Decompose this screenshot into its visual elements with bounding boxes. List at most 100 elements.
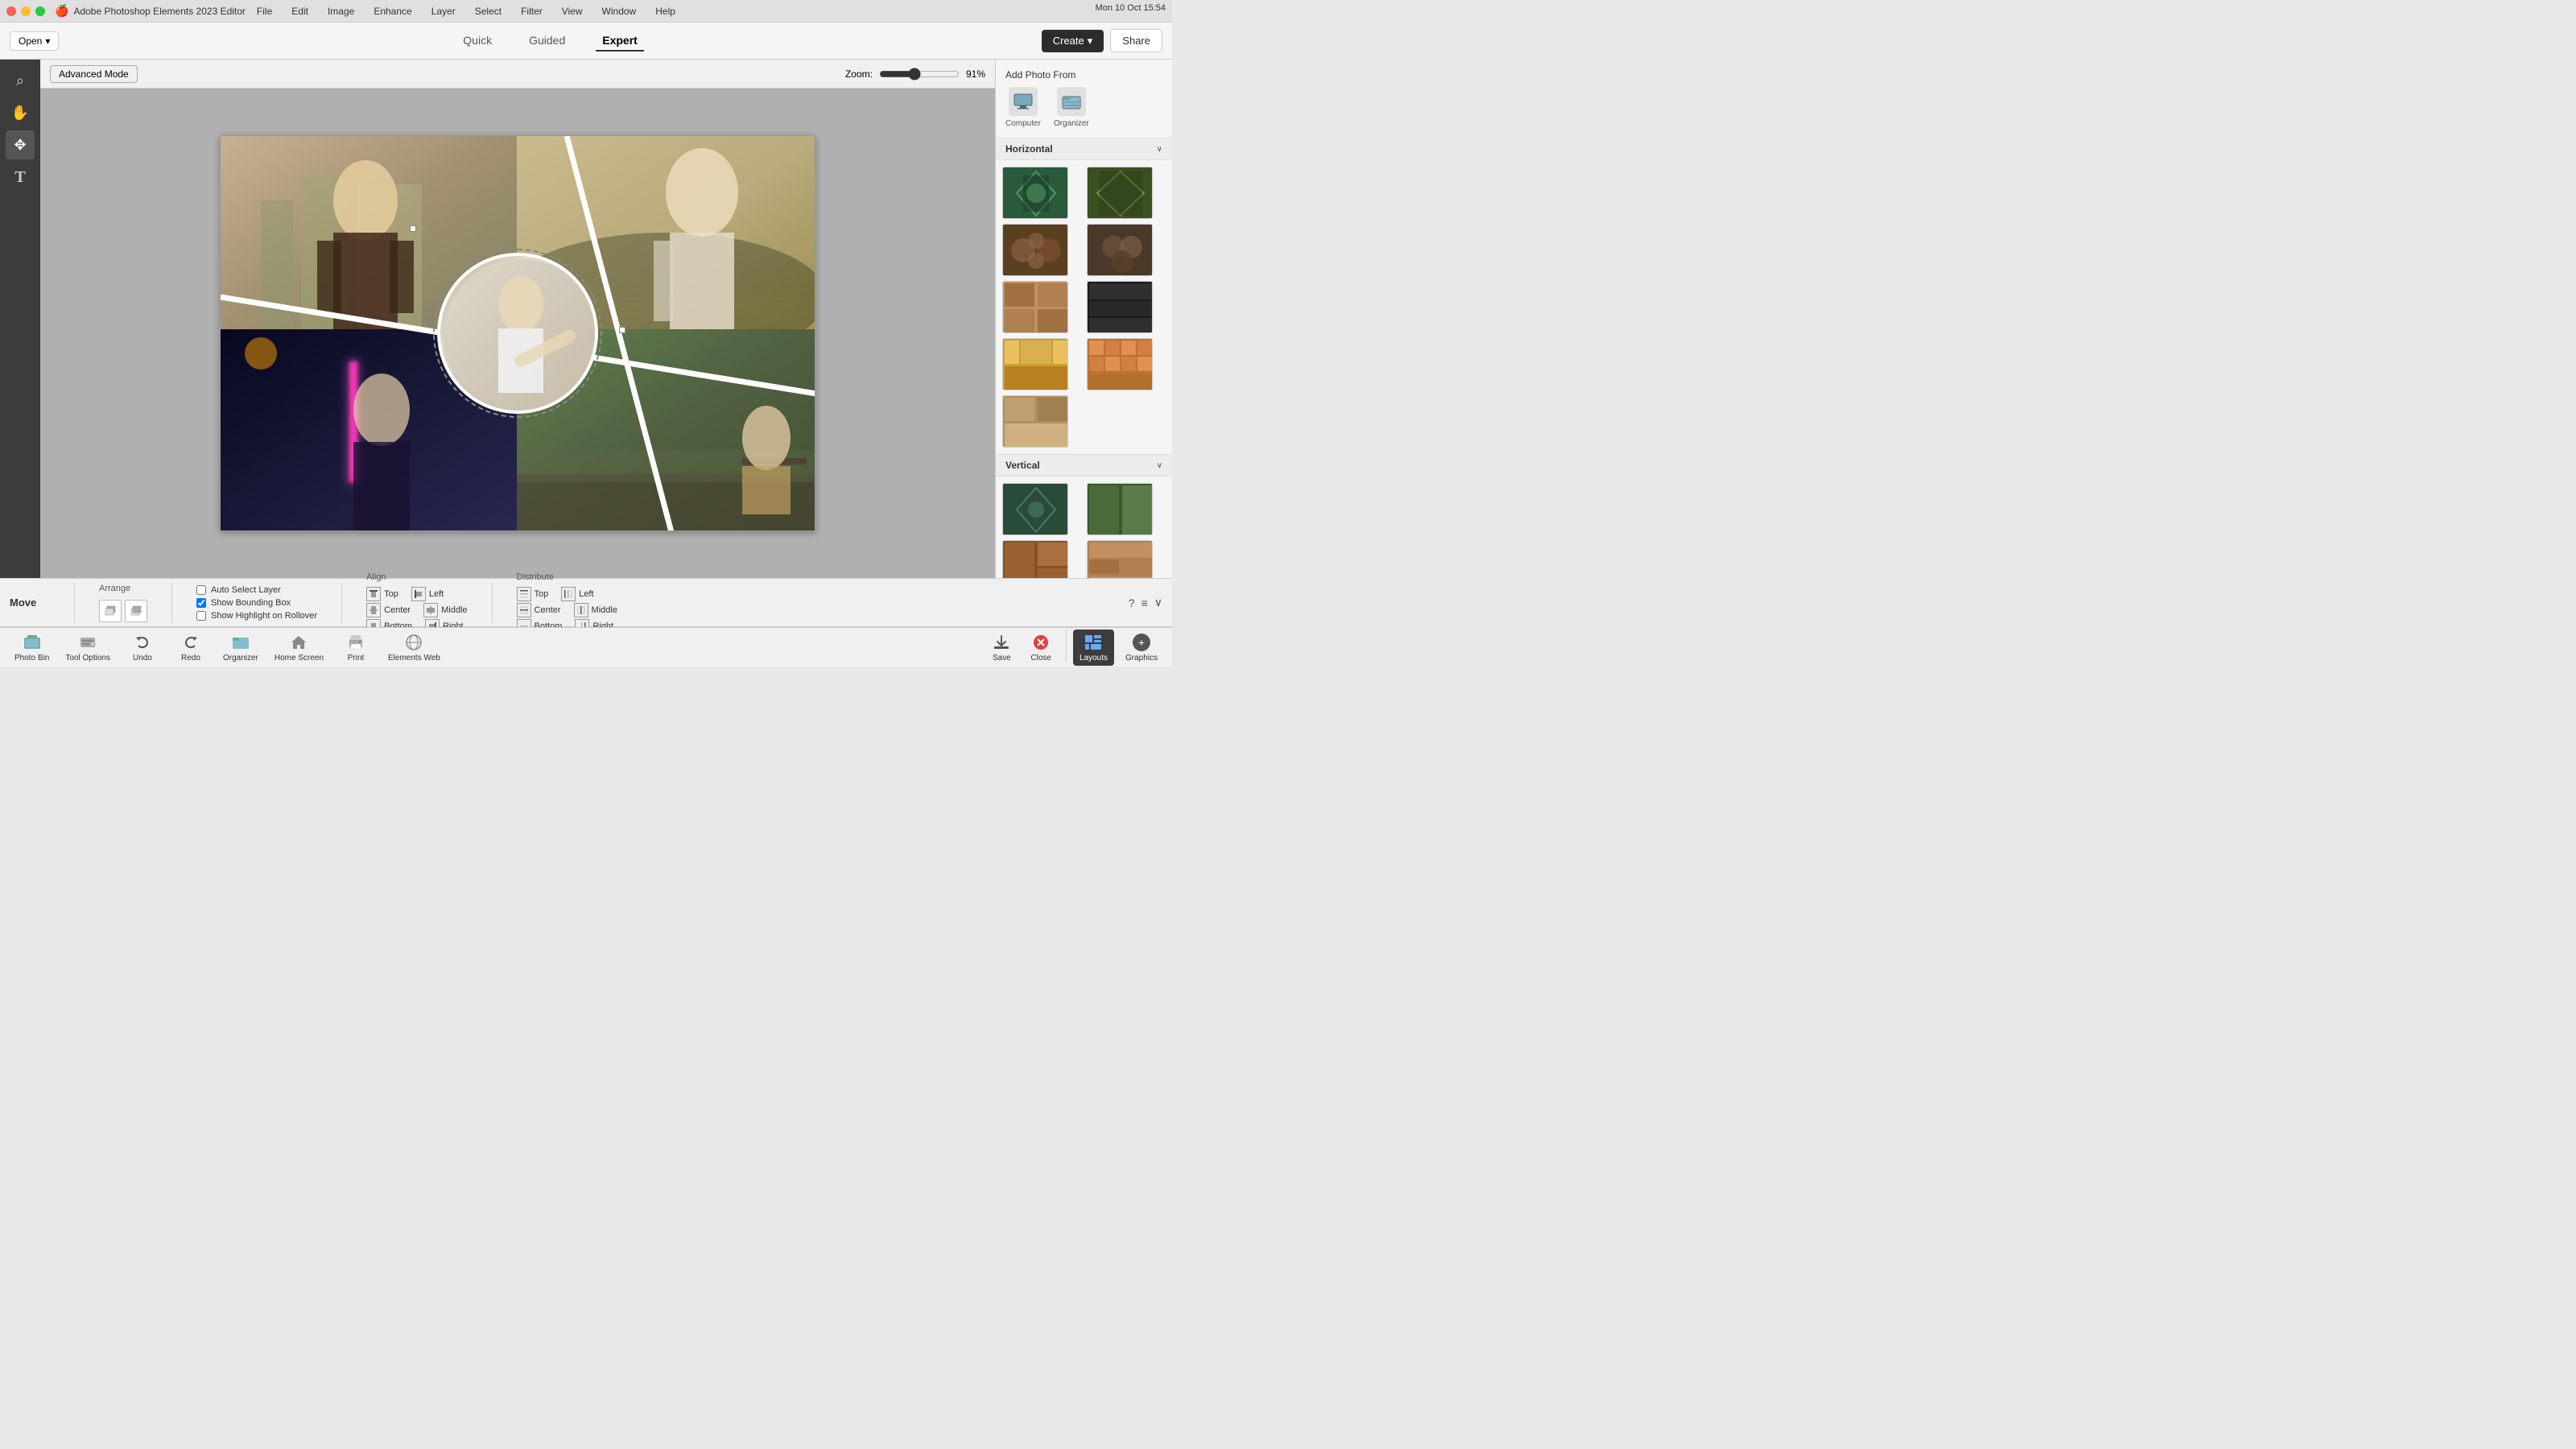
- hand-tool[interactable]: ✋: [6, 98, 35, 127]
- close-button[interactable]: Close: [1022, 630, 1059, 666]
- guided-mode-btn[interactable]: Guided: [522, 31, 572, 52]
- align-top-label: Top: [384, 589, 398, 599]
- move-label: Move: [10, 597, 50, 609]
- show-bounding-box-checkbox[interactable]: [196, 598, 206, 608]
- close-window[interactable]: [6, 6, 16, 16]
- align-left[interactable]: Left: [411, 587, 444, 601]
- app-title: Adobe Photoshop Elements 2023 Editor: [73, 6, 245, 17]
- redo-tool[interactable]: Redo: [167, 630, 215, 666]
- dist-left-label: Left: [579, 589, 593, 599]
- align-middle[interactable]: Middle: [423, 603, 467, 617]
- menu-window[interactable]: Window: [599, 4, 640, 19]
- text-tool[interactable]: T: [6, 163, 35, 192]
- layout-thumb-2[interactable]: [1087, 167, 1153, 219]
- graphics-icon: +: [1132, 633, 1151, 652]
- share-button[interactable]: Share: [1110, 29, 1162, 52]
- arrange-icons: [99, 600, 147, 622]
- add-from-computer[interactable]: Computer: [1005, 87, 1041, 128]
- menu-filter[interactable]: Filter: [518, 4, 546, 19]
- zoom-tool[interactable]: ⌕: [6, 66, 35, 95]
- menu-enhance[interactable]: Enhance: [370, 4, 415, 19]
- menu-image[interactable]: Image: [324, 4, 357, 19]
- layout-thumb-8[interactable]: [1087, 338, 1153, 390]
- menu-layer[interactable]: Layer: [428, 4, 459, 19]
- layouts-button[interactable]: Layouts: [1073, 630, 1114, 666]
- bottom-right-tools: Save Close: [984, 630, 1166, 666]
- elements-web-label: Elements Web: [388, 654, 440, 663]
- center-circle-photo[interactable]: [437, 253, 598, 414]
- horizontal-label: Horizontal: [1005, 143, 1053, 155]
- undo-tool[interactable]: Undo: [118, 630, 167, 666]
- layout-thumb-4[interactable]: [1087, 224, 1153, 276]
- organizer-bottom-icon: [231, 633, 250, 652]
- system-tray: Mon 10 Oct 15:54: [1096, 3, 1166, 13]
- dist-left[interactable]: Left: [561, 587, 593, 601]
- align-top[interactable]: Top: [366, 587, 398, 601]
- organizer-label: Organizer: [1054, 119, 1089, 128]
- open-dropdown-icon[interactable]: ▾: [45, 35, 50, 47]
- window-controls[interactable]: [6, 6, 45, 16]
- elements-web-tool[interactable]: Elements Web: [380, 630, 448, 666]
- arrange-label: Arrange: [99, 584, 147, 593]
- advanced-mode-button[interactable]: Advanced Mode: [50, 65, 138, 83]
- vert-layout-4[interactable]: [1087, 540, 1153, 578]
- zoom-slider[interactable]: [879, 68, 960, 80]
- save-button[interactable]: Save: [984, 630, 1019, 666]
- create-dropdown-icon: ▾: [1088, 35, 1093, 47]
- dist-middle[interactable]: Middle: [574, 603, 617, 617]
- zoom-window[interactable]: [35, 6, 45, 16]
- layout-thumb-7[interactable]: [1002, 338, 1068, 390]
- photo-bin-tool[interactable]: Photo Bin: [6, 630, 57, 666]
- minimize-window[interactable]: [21, 6, 31, 16]
- bring-to-front-icon[interactable]: [99, 600, 122, 622]
- vert-layout-3[interactable]: [1002, 540, 1068, 578]
- layout-thumb-6[interactable]: [1087, 281, 1153, 333]
- layout-thumb-1[interactable]: [1002, 167, 1068, 219]
- show-highlight-checkbox[interactable]: [196, 611, 206, 621]
- expand-icon[interactable]: ∨: [1154, 596, 1162, 609]
- menu-view[interactable]: View: [559, 4, 586, 19]
- create-button[interactable]: Create ▾: [1042, 30, 1104, 52]
- organizer-tool[interactable]: Organizer: [215, 630, 266, 666]
- layout-thumb-3[interactable]: [1002, 224, 1068, 276]
- menu-edit[interactable]: Edit: [288, 4, 312, 19]
- print-tool[interactable]: Print: [332, 630, 380, 666]
- menu-help[interactable]: Help: [652, 4, 679, 19]
- auto-select-layer-checkbox[interactable]: [196, 585, 206, 595]
- add-from-organizer[interactable]: Organizer: [1054, 87, 1089, 128]
- vertical-section-header[interactable]: Vertical ∨: [996, 454, 1172, 477]
- dist-top[interactable]: Top: [517, 587, 549, 601]
- computer-icon: [1009, 87, 1038, 116]
- canvas-content[interactable]: [40, 89, 995, 578]
- selection-handle-tl[interactable]: [410, 225, 416, 232]
- vert-layout-2[interactable]: [1087, 483, 1153, 535]
- layout-thumb-9[interactable]: [1002, 395, 1068, 448]
- dist-center[interactable]: Center: [517, 603, 561, 617]
- dist-left-icon: [561, 587, 576, 601]
- vert-layout-1[interactable]: [1002, 483, 1068, 535]
- expert-mode-btn[interactable]: Expert: [596, 31, 644, 52]
- menu-select[interactable]: Select: [472, 4, 505, 19]
- move-tool[interactable]: ✥: [6, 130, 35, 159]
- vertical-layouts-grid: [996, 477, 1172, 578]
- menu-file[interactable]: File: [254, 4, 275, 19]
- mode-switcher: Quick Guided Expert: [59, 31, 1041, 52]
- open-button[interactable]: Open ▾: [10, 31, 59, 51]
- align-middle-icon: [423, 603, 438, 617]
- tool-options-tool[interactable]: Tool Options: [57, 630, 118, 666]
- list-icon[interactable]: ≡: [1141, 597, 1148, 609]
- photo-bin-icon: [23, 633, 42, 652]
- redo-icon: [181, 633, 200, 652]
- align-center[interactable]: Center: [366, 603, 411, 617]
- home-screen-tool[interactable]: Home Screen: [266, 630, 332, 666]
- collage-canvas[interactable]: [220, 135, 815, 531]
- send-to-back-icon[interactable]: [125, 600, 147, 622]
- graphics-button[interactable]: + Graphics: [1117, 630, 1166, 666]
- horizontal-section-header[interactable]: Horizontal ∨: [996, 138, 1172, 160]
- toolbar-right: Create ▾ Share: [1042, 29, 1162, 52]
- help-icon[interactable]: ?: [1129, 597, 1135, 609]
- layout-thumb-5[interactable]: [1002, 281, 1068, 333]
- main-content: ⌕ ✋ ✥ T Advanced Mode Zoom: 91%: [0, 60, 1172, 578]
- quick-mode-btn[interactable]: Quick: [456, 31, 498, 52]
- selection-handle-tr[interactable]: [619, 327, 625, 333]
